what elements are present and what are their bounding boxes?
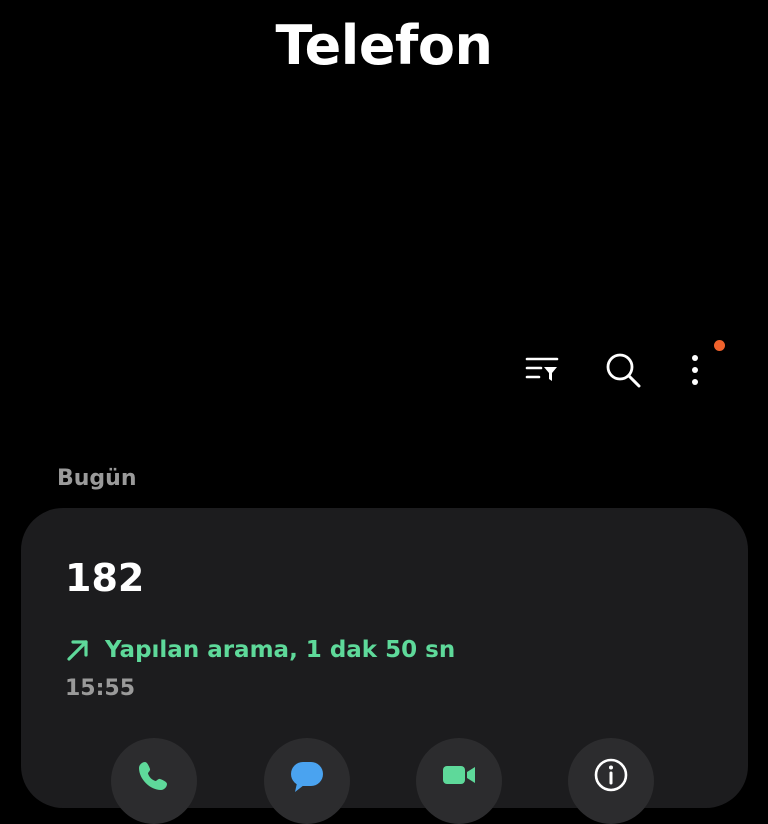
outgoing-call-arrow-icon (67, 640, 88, 661)
info-icon (594, 758, 628, 792)
video-call-icon (443, 766, 475, 784)
search-icon (606, 353, 641, 388)
notification-dot (714, 340, 725, 351)
call-time: 15:55 (65, 676, 136, 701)
search-button[interactable] (595, 342, 651, 398)
message-icon (291, 762, 323, 792)
call-log-card[interactable]: 182 Yapılan arama, 1 dak 50 sn 15:55 (21, 508, 748, 824)
filter-list-icon (525, 357, 559, 381)
more-vertical-icon (692, 355, 698, 385)
message-action-button[interactable] (264, 738, 350, 824)
video-call-action-button[interactable] (416, 738, 502, 824)
filter-button[interactable] (514, 342, 570, 398)
caller-number: 182 (65, 556, 145, 600)
more-options-button[interactable] (667, 342, 723, 398)
info-action-button[interactable] (568, 738, 654, 824)
toolbar (0, 342, 768, 398)
section-header-today: Bugün (57, 466, 137, 491)
call-type-row: Yapılan arama, 1 dak 50 sn (65, 634, 455, 666)
call-action-button[interactable] (111, 738, 197, 824)
app-title: Telefon (275, 14, 493, 77)
call-type-text: Yapılan arama, 1 dak 50 sn (105, 637, 456, 663)
phone-call-icon (139, 762, 167, 790)
